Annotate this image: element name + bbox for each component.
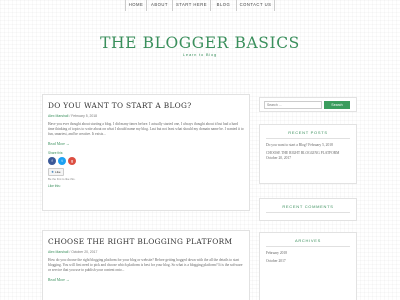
recent-posts-widget: RECENT POSTS Do you want to start a Blog… — [259, 124, 357, 184]
widget-title: RECENT COMMENTS — [266, 204, 350, 213]
post-title[interactable]: CHOOSE THE RIGHT BLOGGING PLATFORM — [48, 237, 245, 246]
post-excerpt: How do you choose the right blogging pla… — [48, 258, 243, 272]
post-meta: Alex Marshall / February 5, 2018 — [48, 114, 245, 118]
post-author[interactable]: Alex Marshall — [48, 250, 68, 254]
read-more-link[interactable]: Read More → — [48, 142, 245, 146]
nav-start-here[interactable]: START HERE — [173, 0, 211, 11]
nav-about[interactable]: ABOUT — [147, 0, 173, 11]
widget-title: RECENT POSTS — [266, 130, 350, 139]
twitter-share-icon[interactable]: t — [58, 157, 66, 165]
archive-link[interactable]: February 2018 — [266, 251, 350, 256]
search-widget: Search — [259, 97, 357, 112]
share-buttons: f t g — [48, 157, 245, 165]
archive-link[interactable]: October 2017 — [266, 259, 350, 264]
google-plus-share-icon[interactable]: g — [68, 157, 76, 165]
nav-blog[interactable]: BLOG — [211, 0, 237, 11]
like-button-label: Like — [55, 170, 61, 174]
post-excerpt: Have you ever thought about starting a b… — [48, 122, 244, 136]
facebook-share-icon[interactable]: f — [48, 157, 56, 165]
search-button[interactable]: Search — [324, 101, 350, 109]
post-author[interactable]: Alex Marshall — [48, 114, 68, 118]
post-meta: Alex Marshall / October 20, 2017 — [48, 250, 245, 254]
recent-comments-widget: RECENT COMMENTS — [259, 198, 357, 221]
post-date[interactable]: October 20, 2017 — [71, 250, 97, 254]
recent-post-link[interactable]: CHOOSE THE RIGHT BLOGGING PLATFORM Octob… — [266, 151, 350, 161]
search-input[interactable] — [264, 101, 322, 109]
site-tagline: Learn to Blog — [182, 52, 218, 57]
share-label: Share this: — [48, 151, 64, 155]
recent-post-link[interactable]: Do you want to start a Blog? February 5,… — [266, 143, 350, 148]
nav-home[interactable]: HOME — [125, 0, 147, 11]
read-more-link[interactable]: Read More → — [48, 278, 245, 282]
like-caption: Be the first to like this. — [48, 177, 76, 181]
widget-title: ARCHIVES — [266, 238, 350, 247]
like-button[interactable]: ★ Like — [48, 168, 64, 176]
top-nav: HOME ABOUT START HERE BLOG CONTACT US — [0, 0, 400, 11]
nav-contact-us[interactable]: CONTACT US — [237, 0, 275, 11]
archives-widget: ARCHIVES February 2018 October 2017 — [259, 232, 357, 300]
like-section-label: Like this: — [48, 184, 61, 188]
post-card: DO YOU WANT TO START A BLOG? Alex Marsha… — [42, 94, 250, 211]
site-title[interactable]: THE BLOGGER BASICS — [0, 34, 400, 52]
star-icon: ★ — [51, 170, 55, 174]
post-card: CHOOSE THE RIGHT BLOGGING PLATFORM Alex … — [42, 230, 250, 300]
post-date[interactable]: February 5, 2018 — [71, 114, 97, 118]
like-row: ★ Like — [48, 168, 245, 176]
post-title[interactable]: DO YOU WANT TO START A BLOG? — [48, 101, 245, 110]
